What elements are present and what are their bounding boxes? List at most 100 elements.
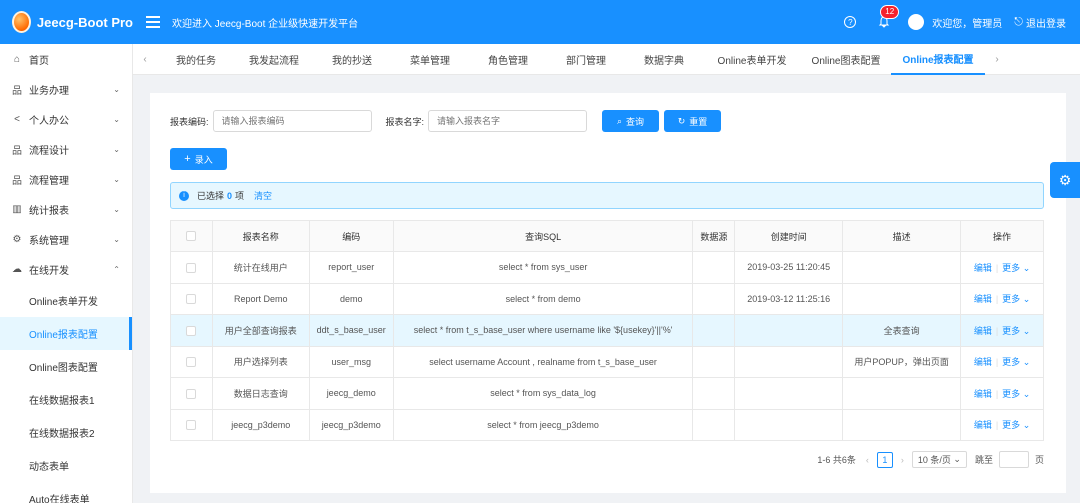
more-link[interactable]: 更多	[1002, 357, 1020, 367]
apps-icon: 品	[12, 175, 22, 187]
sidebar-sub-online-form[interactable]: Online表单开发	[0, 284, 132, 317]
sidebar-item-system[interactable]: ⚙ 系统管理 ⌄	[0, 224, 132, 254]
reset-button[interactable]: ↻ 重置	[664, 110, 722, 132]
cell-code: demo	[308, 282, 394, 315]
logout-button[interactable]: ⎋ 退出登录	[1014, 15, 1066, 30]
edit-link[interactable]: 编辑	[974, 389, 992, 399]
more-link[interactable]: 更多	[1002, 420, 1020, 430]
goto-input[interactable]	[998, 451, 1029, 468]
sidebar-item-label: 系统管理	[29, 235, 69, 247]
page-size-select[interactable]: 10 条/页 ⌄	[911, 451, 967, 468]
cell-desc	[842, 251, 962, 284]
sidebar-sub-dynamic-form[interactable]: 动态表单	[0, 449, 132, 482]
sidebar-item-business[interactable]: 品 业务办理 ⌄	[0, 74, 132, 104]
col-desc: 描述	[842, 220, 962, 252]
select-all-checkbox[interactable]	[186, 231, 197, 242]
avatar[interactable]	[908, 14, 925, 30]
code-label: 报表编码:	[170, 116, 209, 127]
row-checkbox[interactable]	[186, 325, 197, 336]
tab-online-chart[interactable]: Online图表配置	[801, 44, 891, 75]
table-row[interactable]: Report Demo demo select * from demo 2019…	[170, 282, 1044, 315]
sidebar-sub-auto-form[interactable]: Auto在线表单	[0, 482, 132, 503]
edit-link[interactable]: 编辑	[974, 294, 992, 304]
tab-my-started[interactable]: 我发起流程	[235, 44, 313, 75]
cell-created: 2019-03-12 11:25:16	[734, 282, 844, 315]
apps-icon: 品	[12, 85, 22, 97]
sidebar-item-label: 流程设计	[29, 145, 69, 157]
tab-my-tasks[interactable]: 我的任务	[157, 44, 235, 75]
tab-data-dict[interactable]: 数据字典	[625, 44, 703, 75]
edit-link[interactable]: 编辑	[974, 326, 992, 336]
tab-my-cc[interactable]: 我的抄送	[313, 44, 391, 75]
chevron-down-icon: ⌄	[1022, 262, 1031, 273]
edit-link[interactable]: 编辑	[974, 420, 992, 430]
row-checkbox[interactable]	[186, 262, 197, 273]
name-input[interactable]	[428, 110, 588, 132]
cell-desc: 用户POPUP，弹出页面	[842, 345, 962, 378]
table-header-row: 报表名称 编码 查询SQL 数据源 创建时间 描述 操作	[170, 220, 1044, 252]
tab-online-report[interactable]: Online报表配置	[891, 44, 985, 75]
chevron-left-icon[interactable]: ‹	[133, 54, 157, 65]
more-link[interactable]: 更多	[1002, 389, 1020, 399]
row-checkbox[interactable]	[186, 357, 197, 368]
row-checkbox[interactable]	[186, 420, 197, 431]
tab-role-manage[interactable]: 角色管理	[469, 44, 547, 75]
table-row[interactable]: 用户全部查询报表 ddt_s_base_user select * from t…	[170, 314, 1044, 347]
add-button[interactable]: + 录入	[170, 148, 227, 170]
cell-sql: select * from demo	[392, 282, 694, 315]
tab-menu-manage[interactable]: 菜单管理	[391, 44, 469, 75]
sidebar-item-online-dev[interactable]: ☁ 在线开发 ⌃	[0, 254, 132, 284]
user-greeting[interactable]: 欢迎您，管理员	[932, 15, 1002, 30]
cell-name: 数据日志查询	[211, 377, 310, 410]
edit-link[interactable]: 编辑	[974, 357, 992, 367]
chevron-right-icon[interactable]: ›	[985, 54, 1009, 65]
sidebar-sub-data-report-1[interactable]: 在线数据报表1	[0, 383, 132, 416]
sidebar-item-label: 在线开发	[29, 265, 69, 277]
col-datasource: 数据源	[692, 220, 736, 252]
tab-online-form[interactable]: Online表单开发	[703, 44, 801, 75]
next-page-icon[interactable]: ›	[901, 455, 904, 465]
cell-datasource	[692, 345, 736, 378]
chevron-down-icon: ⌄	[1022, 388, 1031, 399]
home-icon: ⌂	[13, 53, 21, 65]
col-name: 报表名称	[211, 220, 310, 252]
table-row[interactable]: jeecg_p3demo jeecg_p3demo select * from …	[170, 408, 1044, 441]
clear-link[interactable]: 清空	[254, 189, 272, 202]
sidebar-item-personal[interactable]: < 个人办公 ⌄	[0, 104, 132, 134]
more-link[interactable]: 更多	[1002, 294, 1020, 304]
tab-dept-manage[interactable]: 部门管理	[547, 44, 625, 75]
gear-icon: ⚙	[12, 233, 22, 245]
prev-page-icon[interactable]: ‹	[866, 455, 869, 465]
row-checkbox[interactable]	[186, 388, 197, 399]
help-icon[interactable]: ?	[844, 16, 857, 28]
select-all-cell[interactable]	[170, 220, 213, 252]
sidebar-item-flow-manage[interactable]: 品 流程管理 ⌄	[0, 164, 132, 194]
col-code: 编码	[308, 220, 394, 252]
bell-icon[interactable]: 12	[878, 5, 900, 28]
edit-link[interactable]: 编辑	[974, 263, 992, 273]
plus-icon: +	[184, 153, 191, 165]
brand[interactable]: Jeecg-Boot Pro	[0, 0, 133, 44]
more-link[interactable]: 更多	[1002, 326, 1020, 336]
cell-created	[734, 377, 844, 410]
settings-drawer-gear-icon[interactable]: ⚙	[1050, 162, 1080, 198]
sidebar-item-reports[interactable]: ▥ 统计报表 ⌄	[0, 194, 132, 224]
query-button[interactable]: ⌕ 查询	[602, 110, 660, 132]
sidebar-item-home[interactable]: ⌂ 首页	[0, 44, 132, 74]
code-input[interactable]	[212, 110, 372, 132]
selection-count: 0	[227, 190, 233, 201]
cell-created	[734, 408, 844, 441]
goto-label: 跳至	[974, 455, 993, 465]
row-checkbox[interactable]	[186, 294, 197, 305]
sidebar-sub-online-report[interactable]: Online报表配置	[0, 317, 132, 350]
sidebar-item-flow-design[interactable]: 品 流程设计 ⌄	[0, 134, 132, 164]
cell-name: 统计在线用户	[211, 251, 310, 284]
more-link[interactable]: 更多	[1002, 263, 1020, 273]
table-row[interactable]: 统计在线用户 report_user select * from sys_use…	[170, 251, 1044, 284]
table-row[interactable]: 数据日志查询 jeecg_demo select * from sys_data…	[170, 377, 1044, 410]
table-row[interactable]: 用户选择列表 user_msg select username Account …	[170, 345, 1044, 378]
menu-toggle-icon[interactable]	[146, 16, 160, 28]
page-number[interactable]: 1	[876, 451, 893, 468]
sidebar-sub-online-chart[interactable]: Online图表配置	[0, 350, 132, 383]
sidebar-sub-data-report-2[interactable]: 在线数据报表2	[0, 416, 132, 449]
